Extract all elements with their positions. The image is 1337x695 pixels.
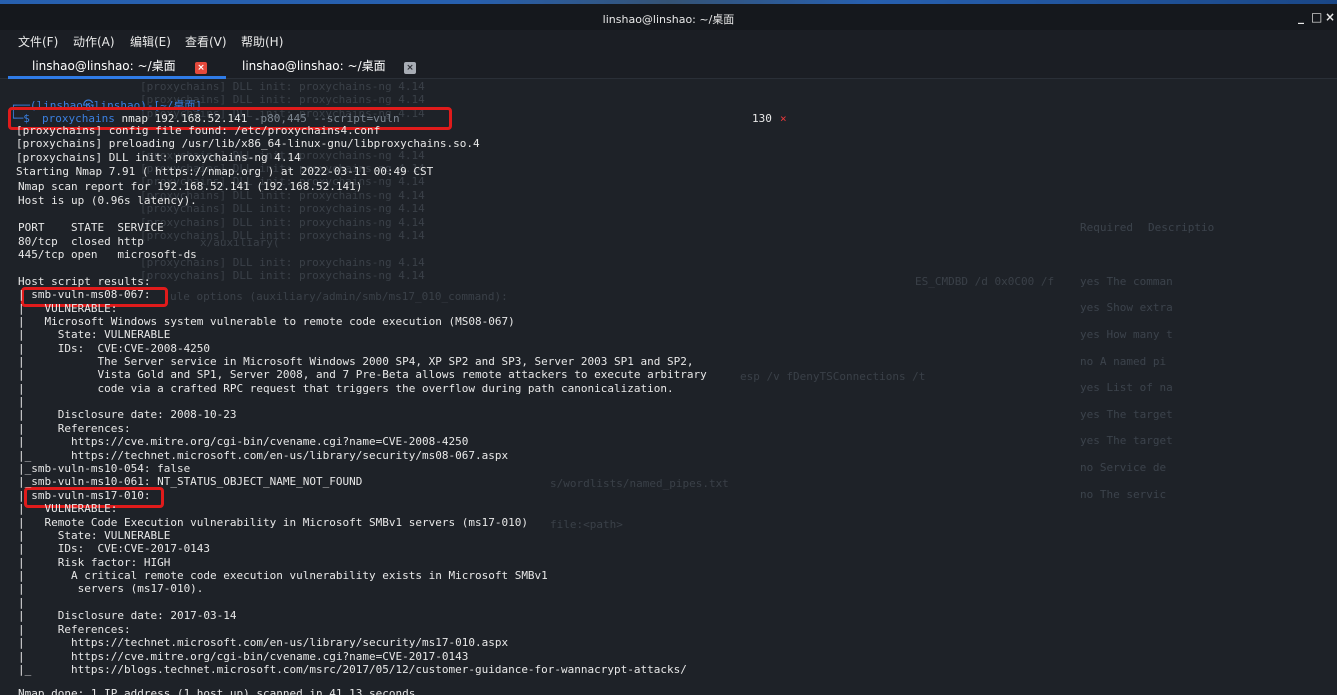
output-line: |_smb-vuln-ms10-061: NT_STATUS_OBJECT_NA… xyxy=(18,475,363,488)
ghost-row: yes The comman xyxy=(1080,275,1173,288)
output-line: | State: VULNERABLE xyxy=(18,529,171,542)
title-accent xyxy=(0,0,1337,4)
ghost-row: no A named pi xyxy=(1080,355,1167,368)
ghost-row: no The servic xyxy=(1080,488,1167,501)
output-line: | References: xyxy=(18,422,131,435)
output-line: | Remote Code Execution vulnerability in… xyxy=(18,516,528,529)
output-line: | Microsoft Windows system vulnerable to… xyxy=(18,315,515,328)
output-line: | State: VULNERABLE xyxy=(18,328,171,341)
tab-close-icon[interactable]: × xyxy=(195,62,207,74)
output-line: Starting Nmap 7.91 ( https://nmap.org ) … xyxy=(16,165,434,178)
output-line: Host script results: xyxy=(18,275,151,288)
output-line: | https://technet.microsoft.com/en-us/li… xyxy=(18,636,509,649)
ghost-row: yes The target xyxy=(1080,408,1173,421)
ghost-line: x/auxiliary( xyxy=(200,236,280,249)
menu-file[interactable]: 文件(F) xyxy=(18,33,58,50)
output-line: | Vista Gold and SP1, Server 2008, and 7… xyxy=(18,368,707,381)
tab-terminal-2[interactable]: linshao@linshao: ~/桌面 × xyxy=(234,56,424,76)
ghost-line: file:<path> xyxy=(550,518,623,531)
ghost-row: no Service de xyxy=(1080,461,1167,474)
close-icon[interactable]: × xyxy=(1325,10,1335,24)
output-line: [proxychains] DLL init: proxychains-ng 4… xyxy=(16,151,301,164)
output-line: | smb-vuln-ms08-067: xyxy=(18,288,151,301)
window-title: linshao@linshao: ~/桌面 xyxy=(602,13,735,26)
ghost-row: yes List of na xyxy=(1080,381,1173,394)
output-line: Nmap scan report for 192.168.52.141 (192… xyxy=(18,180,363,193)
tab-close-icon[interactable]: × xyxy=(404,62,416,74)
terminal-window: linshao@linshao: ~/桌面 _ □ × 文件(F) 动作(A) … xyxy=(0,0,1337,695)
output-line: | A critical remote code execution vulne… xyxy=(18,569,548,582)
ghost-line: [proxychains] DLL init: proxychains-ng 4… xyxy=(140,216,425,229)
output-line: PORT STATE SERVICE xyxy=(18,221,164,234)
tab-terminal-1[interactable]: linshao@linshao: ~/桌面 × xyxy=(8,56,226,79)
exit-error-icon: × xyxy=(780,112,787,125)
output-line: | IDs: CVE:CVE-2008-4250 xyxy=(18,342,211,355)
ghost-row: yes Show extra xyxy=(1080,301,1173,314)
ghost-line: [proxychains] DLL init: proxychains-ng 4… xyxy=(140,80,425,93)
output-line: | code via a crafted RPC request that tr… xyxy=(18,382,674,395)
output-line: | IDs: CVE:CVE-2017-0143 xyxy=(18,542,211,555)
output-line: | Disclosure date: 2017-03-14 xyxy=(18,609,237,622)
output-line: | xyxy=(18,395,25,408)
ghost-line: [proxychains] DLL init: proxychains-ng 4… xyxy=(140,269,425,282)
output-line: | Risk factor: HIGH xyxy=(18,556,171,569)
ghost-line: ES_CMDBD /d 0x0C00 /f xyxy=(915,275,1055,288)
tab-label: linshao@linshao: ~/桌面 xyxy=(32,59,176,73)
output-line: | VULNERABLE: xyxy=(18,502,118,515)
output-line: |_ https://blogs.technet.microsoft.com/m… xyxy=(18,663,687,676)
output-line: Host is up (0.96s latency). xyxy=(18,194,197,207)
menu-edit[interactable]: 编辑(E) xyxy=(130,33,171,50)
output-line: 445/tcp open microsoft-ds xyxy=(18,248,197,261)
output-line: | VULNERABLE: xyxy=(18,302,118,315)
menu-bar: 文件(F) 动作(A) 编辑(E) 查看(V) 帮助(H) xyxy=(0,30,1337,52)
maximize-icon[interactable]: □ xyxy=(1311,10,1322,24)
ghost-row: yes How many t xyxy=(1080,328,1173,341)
output-line: 80/tcp closed http xyxy=(18,235,144,248)
menu-help[interactable]: 帮助(H) xyxy=(241,33,283,50)
ghost-line: [proxychains] DLL init: proxychains-ng 4… xyxy=(140,229,425,242)
output-line: | https://cve.mitre.org/cgi-bin/cvename.… xyxy=(18,435,469,448)
output-line: | servers (ms17-010). xyxy=(18,582,204,595)
output-line: | smb-vuln-ms17-010: xyxy=(18,489,151,502)
output-line: | References: xyxy=(18,623,131,636)
terminal-output[interactable]: [proxychains] DLL init: proxychains-ng 4… xyxy=(0,79,1337,695)
output-line: [proxychains] preloading /usr/lib/x86_64… xyxy=(16,137,480,150)
output-line: | Disclosure date: 2008-10-23 xyxy=(18,408,237,421)
minimize-icon[interactable]: _ xyxy=(1298,10,1304,24)
ghost-column-required: Required xyxy=(1080,221,1133,234)
menu-action[interactable]: 动作(A) xyxy=(73,33,115,50)
exit-code: 130 xyxy=(752,112,772,125)
output-line: |_ https://technet.microsoft.com/en-us/l… xyxy=(18,449,509,462)
output-line: |_smb-vuln-ms10-054: false xyxy=(18,462,191,475)
tab-bar: linshao@linshao: ~/桌面 × linshao@linshao:… xyxy=(0,52,1337,79)
output-line: | The Server service in Microsoft Window… xyxy=(18,355,694,368)
ghost-row: yes The target xyxy=(1080,434,1173,447)
output-line: | https://cve.mitre.org/cgi-bin/cvename.… xyxy=(18,650,469,663)
ghost-line: s/wordlists/named_pipes.txt xyxy=(550,477,729,490)
menu-view[interactable]: 查看(V) xyxy=(185,33,227,50)
ghost-column-description: Descriptio xyxy=(1148,221,1215,234)
output-line: [proxychains] config file found: /etc/pr… xyxy=(16,124,381,137)
ghost-line: ule options (auxiliary/admin/smb/ms17_01… xyxy=(170,290,508,303)
output-line: Nmap done: 1 IP address (1 host up) scan… xyxy=(18,687,416,695)
tab-label: linshao@linshao: ~/桌面 xyxy=(242,59,386,73)
ghost-line: esp /v fDenyTSConnections /t xyxy=(740,370,926,383)
title-bar[interactable]: linshao@linshao: ~/桌面 _ □ × xyxy=(0,0,1337,30)
output-line: | xyxy=(18,596,25,609)
